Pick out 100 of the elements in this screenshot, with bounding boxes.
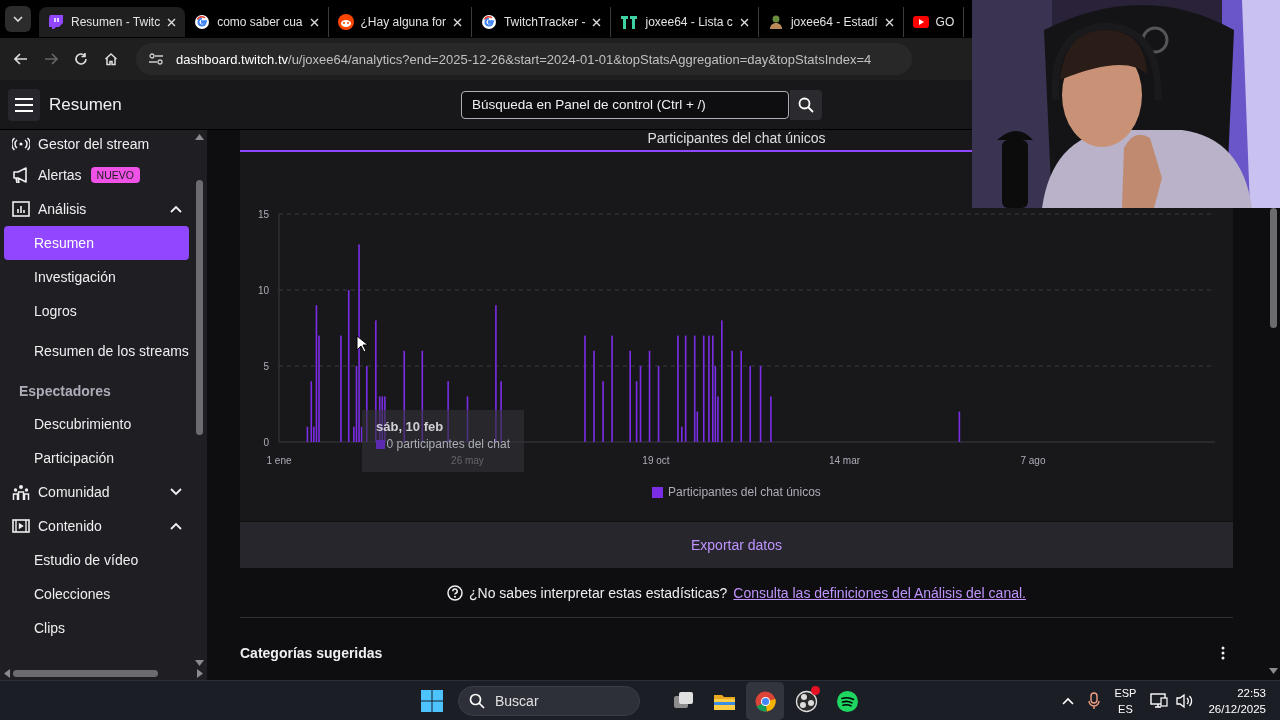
sidebar-heading: Espectadores	[18, 381, 112, 401]
language-indicator[interactable]: ESP ES	[1114, 685, 1137, 717]
network-icon[interactable]	[1150, 693, 1169, 709]
url-path: /u/joxee64/analytics?end=2025-12-26&start=2024-01-01&topStatsAggregation=day&topStatsIndex=4	[288, 51, 872, 67]
more-icon[interactable]	[1221, 646, 1225, 660]
browser-tab[interactable]: GO	[903, 7, 965, 37]
sidebar-item[interactable]: Contenido	[0, 509, 193, 543]
menu-button[interactable]	[8, 88, 40, 121]
forward-icon[interactable]	[44, 53, 58, 65]
browser-tab[interactable]: ¿Hay alguna for	[328, 7, 472, 37]
twitch-icon	[48, 14, 64, 30]
sidebar-item[interactable]: Alertas NUEVO	[0, 158, 193, 192]
y-tick-label: 10	[257, 285, 269, 296]
volume-icon[interactable]	[1176, 693, 1195, 709]
legend-label: Participantes del chat únicos	[668, 485, 821, 499]
browser-tab[interactable]: como saber cua	[185, 7, 329, 37]
sidebar-subitem[interactable]: Descubrimiento	[4, 407, 189, 441]
broadcast-icon	[12, 136, 30, 152]
sidebar-subitem[interactable]: Logros	[4, 294, 189, 328]
help-text: ¿No sabes interpretar estas estadísticas?	[469, 584, 728, 601]
menu-icon	[15, 97, 33, 112]
close-icon[interactable]	[739, 17, 749, 27]
x-tick-label: 7 ago	[1020, 455, 1046, 466]
chevron-down-icon	[170, 488, 182, 496]
chevron-up-icon	[170, 205, 182, 213]
megaphone-icon	[12, 167, 30, 183]
scroll-up-icon[interactable]	[194, 134, 204, 140]
obs-icon	[794, 689, 818, 713]
microphone-icon[interactable]	[1088, 692, 1101, 710]
cursor-icon	[356, 335, 368, 353]
people-icon	[12, 484, 30, 500]
close-icon[interactable]	[167, 17, 177, 27]
chevron-up-icon[interactable]	[1062, 697, 1075, 705]
scroll-down-icon[interactable]	[1268, 668, 1278, 674]
scrollbar-thumb[interactable]	[1269, 208, 1277, 328]
notification-dot	[811, 686, 820, 695]
play-icon	[912, 16, 929, 28]
help-icon	[447, 584, 463, 601]
close-icon[interactable]	[884, 17, 894, 27]
chevron-down-icon	[13, 16, 23, 22]
x-tick-label: 19 oct	[642, 455, 670, 466]
tab-list-button[interactable]	[5, 6, 31, 32]
sidebar-item[interactable]: Gestor del stream	[0, 130, 193, 158]
sidebar-subitem[interactable]: Clips	[4, 611, 189, 645]
sidebar-subitem[interactable]: Estudio de vídeo	[4, 543, 189, 577]
scroll-right-icon[interactable]	[197, 668, 203, 678]
y-tick-label: 5	[263, 361, 269, 372]
search-field[interactable]: Buscar	[458, 686, 640, 716]
browser-tab[interactable]: joxee64 - Lista c	[611, 7, 759, 37]
sidebar-subitem[interactable]: Colecciones	[4, 577, 189, 611]
taskbar-app[interactable]	[746, 682, 784, 720]
definitions-link[interactable]: Consulta las definiciones del Análisis del canal.	[733, 584, 1026, 601]
chart-icon	[12, 201, 30, 217]
tooltip-date: sáb, 10 feb	[376, 419, 445, 434]
sidebar-subitem[interactable]: Participación	[4, 441, 189, 475]
chart-title: Participantes del chat únicos	[647, 130, 826, 146]
reload-icon[interactable]	[74, 52, 88, 66]
figure-icon	[767, 14, 784, 30]
legend-swatch	[376, 439, 385, 449]
sidebar-item[interactable]: Análisis	[0, 192, 193, 226]
site-settings-icon	[148, 52, 164, 66]
search-icon	[798, 96, 814, 113]
google-icon	[194, 14, 211, 30]
tt-logo-icon	[620, 14, 639, 30]
scroll-down-icon[interactable]	[194, 660, 204, 666]
scrollbar-thumb[interactable]	[195, 180, 203, 435]
tooltip-value: 0 participantes del chat	[386, 437, 510, 451]
sidebar-subitem[interactable]: Resumen	[4, 226, 189, 260]
google-icon	[480, 14, 497, 30]
close-icon[interactable]	[592, 17, 602, 27]
browser-tab[interactable]: TwitchTracker -	[471, 7, 612, 37]
url-host: dashboard.twitch.tv	[176, 51, 288, 67]
sidebar-subitem[interactable]: Resumen de los streams	[4, 328, 189, 374]
home-icon[interactable]	[104, 52, 118, 66]
search-field[interactable]: Búsqueda en Panel de control (Ctrl + /)	[461, 90, 789, 119]
sidebar-item[interactable]: Comunidad	[0, 475, 193, 509]
y-tick-label: 15	[257, 209, 269, 220]
page-title: Resumen	[49, 94, 123, 115]
close-icon[interactable]	[309, 17, 319, 27]
start-button[interactable]	[418, 687, 446, 715]
new-badge: NUEVO	[90, 167, 140, 183]
search-icon	[469, 693, 485, 709]
y-tick-label: 0	[263, 437, 269, 448]
alien-icon	[337, 14, 354, 30]
scrollbar-thumb[interactable]	[13, 669, 158, 677]
clock[interactable]: 22:53 26/12/2025	[1208, 685, 1266, 717]
chevron-up-icon	[170, 522, 182, 530]
search-button[interactable]	[790, 89, 822, 120]
browser-tab[interactable]: joxee64 - Estadí	[758, 7, 904, 37]
sidebar-subitem[interactable]: Investigación	[4, 260, 189, 294]
x-tick-label: 1 ene	[266, 455, 292, 466]
chrome-icon	[753, 689, 777, 713]
section-title: Categorías sugeridas	[240, 645, 383, 661]
back-icon[interactable]	[14, 53, 28, 65]
close-icon[interactable]	[452, 17, 462, 27]
export-button[interactable]: Exportar datos	[240, 521, 1233, 568]
address-bar[interactable]: dashboard.twitch.tv/u/joxee64/analytics?end=2025-12-26&start=2024-01-01&topStatsAggregation=day&topStatsIndex=4	[136, 43, 912, 75]
x-tick-label: 14 mar	[828, 455, 861, 466]
scroll-left-icon[interactable]	[4, 668, 10, 678]
browser-tab[interactable]: Resumen - Twitc	[39, 7, 186, 37]
